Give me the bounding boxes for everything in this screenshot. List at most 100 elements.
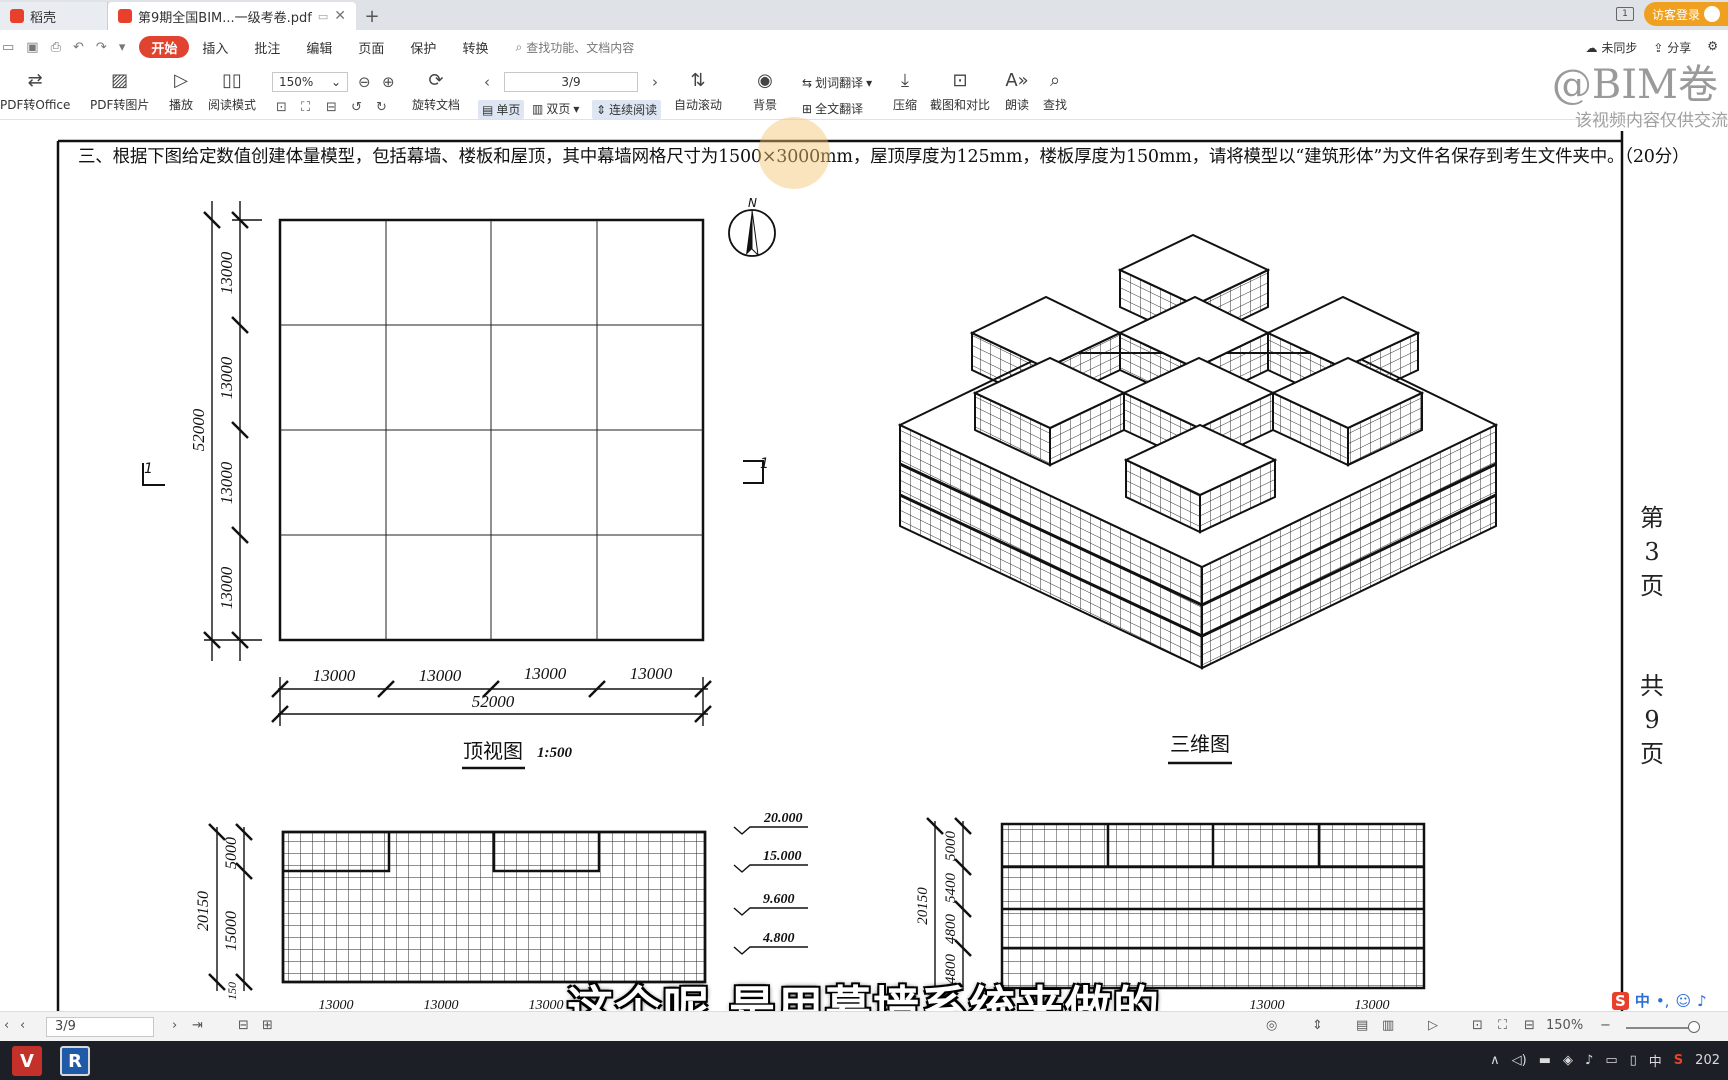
continuous-read-button[interactable]: ⇕ 连续阅读: [592, 100, 662, 119]
fit-page-icon[interactable]: ⛶: [1498, 1018, 1507, 1033]
elev-right-dim-3: 4800: [943, 914, 959, 945]
elevation-right: [1000, 822, 1426, 990]
elev-right-total: 20150: [915, 887, 931, 925]
open-folder-icon[interactable]: ▭: [2, 40, 14, 55]
prev-page-icon[interactable]: ‹: [484, 73, 490, 91]
full-translate-button[interactable]: ⊞ 全文翻译: [802, 100, 863, 117]
close-icon[interactable]: ✕: [334, 8, 346, 24]
single-view-icon[interactable]: ▤: [1356, 1018, 1368, 1033]
ime-floating-bar[interactable]: S 中 •, ☺ ♪: [1612, 990, 1707, 1011]
menu-edit[interactable]: 编辑: [293, 36, 345, 58]
fit-page-icon[interactable]: ⛶: [301, 100, 310, 115]
document-viewport[interactable]: 13000 13000 13000 13000 52000 13000 1300…: [0, 121, 1728, 1011]
guest-login-button[interactable]: 访客登录: [1643, 2, 1728, 26]
zoom-slider-handle[interactable]: [1688, 1021, 1700, 1033]
redo-icon[interactable]: ↷: [96, 40, 107, 55]
zoom-out-icon[interactable]: −: [1600, 1018, 1611, 1033]
undo-icon[interactable]: ↶: [73, 40, 84, 55]
single-page-label: 单页: [496, 103, 521, 117]
play-button[interactable]: ▷ 播放: [168, 68, 194, 113]
last-page-icon[interactable]: ⇥: [192, 1018, 203, 1033]
ime-icon[interactable]: 中: [1649, 1051, 1662, 1070]
double-page-label: 双页: [546, 102, 571, 116]
prev-page-icon[interactable]: ‹: [20, 1018, 25, 1033]
menu-page[interactable]: 页面: [345, 36, 397, 58]
new-tab-button[interactable]: +: [356, 2, 388, 30]
eye-icon[interactable]: ◎: [1266, 1018, 1277, 1033]
mic-icon: ♪: [1697, 991, 1707, 1010]
menu-insert[interactable]: 插入: [189, 36, 241, 58]
double-page-button[interactable]: ▥ 双页 ▾: [532, 100, 579, 117]
actual-size-icon[interactable]: ⊡: [276, 100, 287, 115]
rotate-doc-button[interactable]: ⟳ 旋转文档: [412, 68, 460, 113]
more-dropdown-icon[interactable]: ▾: [119, 40, 126, 55]
zoom-out-icon[interactable]: ⊖: [358, 73, 371, 91]
mic-icon[interactable]: ♪: [1585, 1053, 1593, 1068]
zoom-select[interactable]: 150% ⌄: [272, 72, 348, 92]
ribbon-toolbar: ⇄ PDF转Office ▨ PDF转图片 ▷ 播放 ▯▯ 阅读模式 150% …: [0, 64, 1728, 120]
zoom-value: 150%: [279, 75, 314, 89]
menu-protect[interactable]: 保护: [397, 36, 449, 58]
eye-icon: ◉: [757, 69, 773, 91]
double-view-icon[interactable]: ▥: [1382, 1018, 1394, 1033]
first-page-icon[interactable]: ‹: [4, 1018, 9, 1033]
forward-icon[interactable]: ⊞: [262, 1018, 273, 1033]
shield-icon[interactable]: ◈: [1563, 1053, 1573, 1068]
battery-icon[interactable]: ▭: [1605, 1053, 1617, 1068]
chevron-down-icon: ⌄: [330, 75, 341, 89]
feature-search[interactable]: ⌕ 查找功能、文档内容: [515, 39, 634, 56]
print-icon[interactable]: ⎙: [51, 40, 61, 55]
section-mark-left-label: 1: [144, 461, 153, 477]
tab-daoke[interactable]: 稻壳: [0, 2, 108, 30]
menu-annotate[interactable]: 批注: [241, 36, 293, 58]
chevron-down-icon: ▾: [573, 101, 580, 116]
folder-icon[interactable]: ▬: [1539, 1053, 1551, 1068]
menu-start[interactable]: 开始: [139, 36, 190, 58]
single-page-button[interactable]: ▤ 单页: [478, 100, 525, 119]
watermark-line2: 该视频内容仅供交流: [1575, 111, 1728, 131]
elev-left-dim-1: 5000: [223, 837, 240, 869]
sogou-tray-icon[interactable]: S: [1674, 1053, 1683, 1068]
next-page-icon[interactable]: ›: [172, 1018, 177, 1033]
pin-icon[interactable]: ▭: [318, 10, 328, 23]
screenshot-compare-button[interactable]: ⊡ 截图和对比: [930, 68, 990, 113]
next-page-icon[interactable]: ›: [652, 73, 658, 91]
status-zoom[interactable]: 150%: [1546, 1018, 1583, 1033]
elev-right-dim-2: 5400: [943, 873, 959, 904]
rotate-left-icon[interactable]: ↺: [351, 100, 362, 115]
menu-convert[interactable]: 转换: [449, 36, 501, 58]
word-translate-button[interactable]: ⇆ 划词翻译 ▾: [802, 74, 872, 91]
play-icon[interactable]: ▷: [1428, 1018, 1438, 1033]
status-page-input[interactable]: 3/9: [46, 1017, 154, 1037]
clock-text[interactable]: 202: [1695, 1053, 1720, 1068]
auto-scroll-button[interactable]: ⇅ 自动滚动: [674, 68, 722, 113]
rotate-right-icon[interactable]: ↻: [376, 100, 387, 115]
read-mode-button[interactable]: ▯▯ 阅读模式: [208, 68, 256, 113]
compress-button[interactable]: ⤓ 压缩: [892, 68, 918, 113]
titlebar-right: 1 访客登录: [1615, 2, 1728, 26]
find-button[interactable]: ⌕ 查找: [1042, 68, 1068, 113]
os-taskbar: V R ∧ ◁) ▬ ◈ ♪ ▭ ▯ 中 S 202: [0, 1041, 1728, 1080]
zoom-in-icon[interactable]: ⊕: [382, 73, 395, 91]
pdf-to-image-button[interactable]: ▨ PDF转图片: [90, 68, 149, 113]
back-icon[interactable]: ⊟: [238, 1018, 249, 1033]
iso-view-title: 三维图: [1170, 732, 1230, 756]
fit-width-icon[interactable]: ⊟: [1524, 1018, 1535, 1033]
fit-width-icon[interactable]: ⊟: [326, 100, 337, 115]
volume-icon[interactable]: ◁): [1512, 1053, 1527, 1068]
section-mark-right-label: 1: [760, 456, 769, 472]
tab-pdf[interactable]: 第9期全国BIM...一级考卷.pdf ▭ ✕: [108, 2, 356, 30]
save-icon[interactable]: ▣: [26, 40, 38, 55]
continuous-view-icon[interactable]: ⇕: [1312, 1018, 1323, 1033]
read-aloud-button[interactable]: A» 朗读: [1004, 68, 1030, 113]
network-icon[interactable]: ▯: [1630, 1053, 1637, 1068]
revit-app-icon[interactable]: R: [60, 1046, 90, 1076]
tray-arrow-icon[interactable]: ∧: [1490, 1053, 1500, 1068]
page-input[interactable]: 3/9: [504, 72, 638, 92]
window-layout-icon[interactable]: 1: [1615, 7, 1634, 21]
wps-app-icon[interactable]: V: [12, 1046, 42, 1076]
sogou-ime-icon: S: [1612, 991, 1629, 1010]
actual-size-icon[interactable]: ⊡: [1472, 1018, 1483, 1033]
pdf-to-office-button[interactable]: ⇄ PDF转Office: [0, 68, 70, 113]
background-button[interactable]: ◉ 背景: [752, 68, 778, 113]
